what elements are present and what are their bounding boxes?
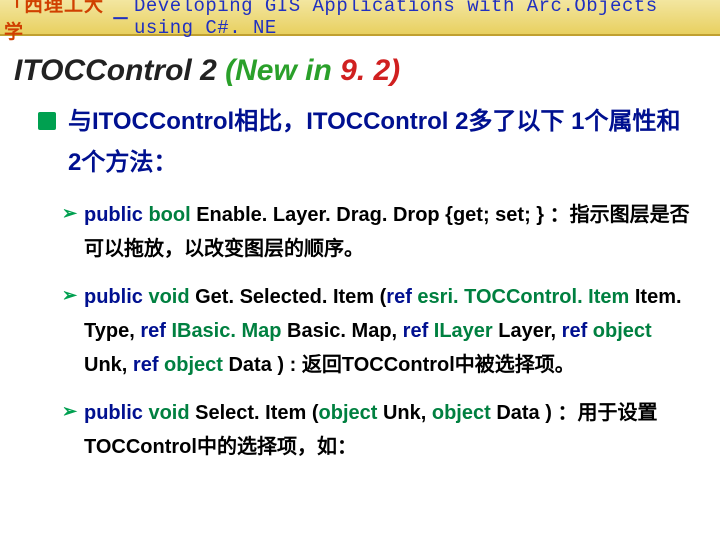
type: object xyxy=(432,402,496,424)
sub-bullet-2: public void Get. Selected. Item (ref esr… xyxy=(62,280,692,382)
text: Basic. Map, xyxy=(287,320,403,342)
kw: public xyxy=(84,286,148,308)
text: Data ) xyxy=(496,402,557,424)
sub-bullet-1: public bool Enable. Layer. Drag. Drop {g… xyxy=(62,198,692,266)
header-bar: 「西理工大学 － Developing GIS Applications wit… xyxy=(0,0,720,36)
text: Data ) xyxy=(228,354,284,376)
kw: public xyxy=(84,402,148,424)
type: object xyxy=(319,402,383,424)
slide-title: ITOCControl 2 (New in 9. 2) xyxy=(14,54,706,88)
main-bullet: 与ITOCControl相比，ITOCControl 2多了以下 1个属性和2个… xyxy=(38,102,692,184)
desc: : 返回TOCControl中被选择项。 xyxy=(284,354,575,376)
type: esri. TOCControl. Item xyxy=(417,286,634,308)
text: Layer, xyxy=(498,320,561,342)
sub-bullet-3: public void Select. Item (object Unk, ob… xyxy=(62,396,692,464)
type: ILayer xyxy=(434,320,498,342)
type: void xyxy=(148,402,195,424)
kw: ref xyxy=(386,286,417,308)
type: object xyxy=(593,320,652,342)
kw: ref xyxy=(133,354,164,376)
type: bool xyxy=(148,204,196,226)
kw: ref xyxy=(140,320,171,342)
main-bullet-text: 与ITOCControl相比，ITOCControl 2多了以下 1个属性和2个… xyxy=(68,108,680,176)
dash: － xyxy=(111,4,130,31)
title-part2: (New in xyxy=(225,54,340,87)
content-area: 与ITOCControl相比，ITOCControl 2多了以下 1个属性和2个… xyxy=(0,102,720,464)
type: IBasic. Map xyxy=(171,320,287,342)
course-title: Developing GIS Applications with Arc.Obj… xyxy=(134,0,716,39)
text: Select. Item ( xyxy=(195,402,318,424)
kw: public xyxy=(84,204,148,226)
kw: ref xyxy=(562,320,593,342)
title-part3: 9. 2) xyxy=(340,54,400,87)
title-part1: ITOCControl 2 xyxy=(14,54,225,87)
text: Unk, xyxy=(84,354,133,376)
text: Unk, xyxy=(383,402,432,424)
kw: ref xyxy=(403,320,434,342)
type: object xyxy=(164,354,228,376)
university-name: 「西理工大学 xyxy=(4,0,107,44)
text: Get. Selected. Item ( xyxy=(195,286,386,308)
text: Enable. Layer. Drag. Drop {get; set; } xyxy=(196,204,544,226)
type: void xyxy=(148,286,195,308)
